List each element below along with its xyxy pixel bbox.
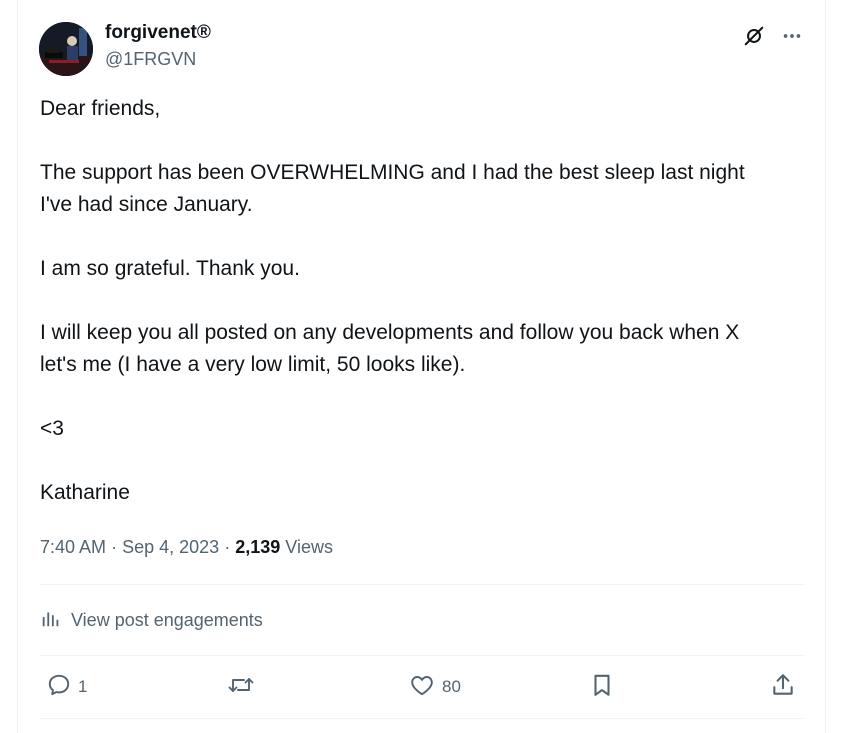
post-paragraph: Katharine — [40, 481, 130, 504]
meta-separator: · — [224, 537, 231, 557]
analytics-icon — [40, 607, 62, 634]
view-engagements-label: View post engagements — [71, 609, 263, 630]
reply-icon — [46, 672, 72, 703]
repost-icon — [227, 672, 255, 703]
avatar-image — [39, 22, 93, 76]
post-date[interactable]: Sep 4, 2023 — [122, 537, 219, 557]
heart-icon — [408, 672, 436, 703]
post-paragraph: Dear friends, — [40, 97, 161, 120]
grok-icon[interactable] — [742, 24, 766, 48]
reply-count: 1 — [78, 677, 88, 696]
action-bar: 1 80 — [40, 672, 804, 702]
views-count: 2,139 — [235, 537, 281, 557]
bookmark-button[interactable] — [589, 672, 615, 702]
like-button[interactable]: 80 — [408, 672, 461, 702]
header-actions — [742, 23, 804, 49]
post-paragraph: <3 — [40, 417, 64, 440]
author-handle[interactable]: @1FRGVN — [105, 47, 211, 71]
author-names: forgivenet® @1FRGVN — [105, 20, 211, 71]
avatar[interactable] — [39, 22, 93, 76]
like-count: 80 — [442, 677, 461, 696]
post-paragraph: The support has been OVERWHELMING and I … — [40, 161, 751, 216]
divider — [40, 655, 804, 656]
post-paragraph: I am so grateful. Thank you. — [40, 257, 300, 280]
meta-separator: · — [111, 537, 118, 557]
post-header: forgivenet® @1FRGVN — [39, 20, 804, 76]
share-button[interactable] — [770, 672, 796, 702]
reply-button[interactable]: 1 — [46, 672, 87, 702]
author-display-name[interactable]: forgivenet® — [105, 20, 211, 46]
divider — [40, 718, 804, 719]
bookmark-icon — [589, 672, 615, 703]
post-meta: 7:40 AM · Sep 4, 2023 · 2,139 Views — [40, 534, 333, 560]
post-paragraph: I will keep you all posted on any develo… — [40, 321, 746, 376]
post-text: Dear friends, The support has been OVERW… — [40, 93, 780, 541]
views-label: Views — [285, 537, 333, 557]
more-icon[interactable] — [780, 24, 804, 48]
repost-button[interactable] — [227, 672, 255, 702]
divider — [40, 584, 804, 585]
view-engagements-button[interactable]: View post engagements — [40, 606, 263, 634]
share-icon — [770, 672, 796, 703]
post-time[interactable]: 7:40 AM — [40, 537, 106, 557]
